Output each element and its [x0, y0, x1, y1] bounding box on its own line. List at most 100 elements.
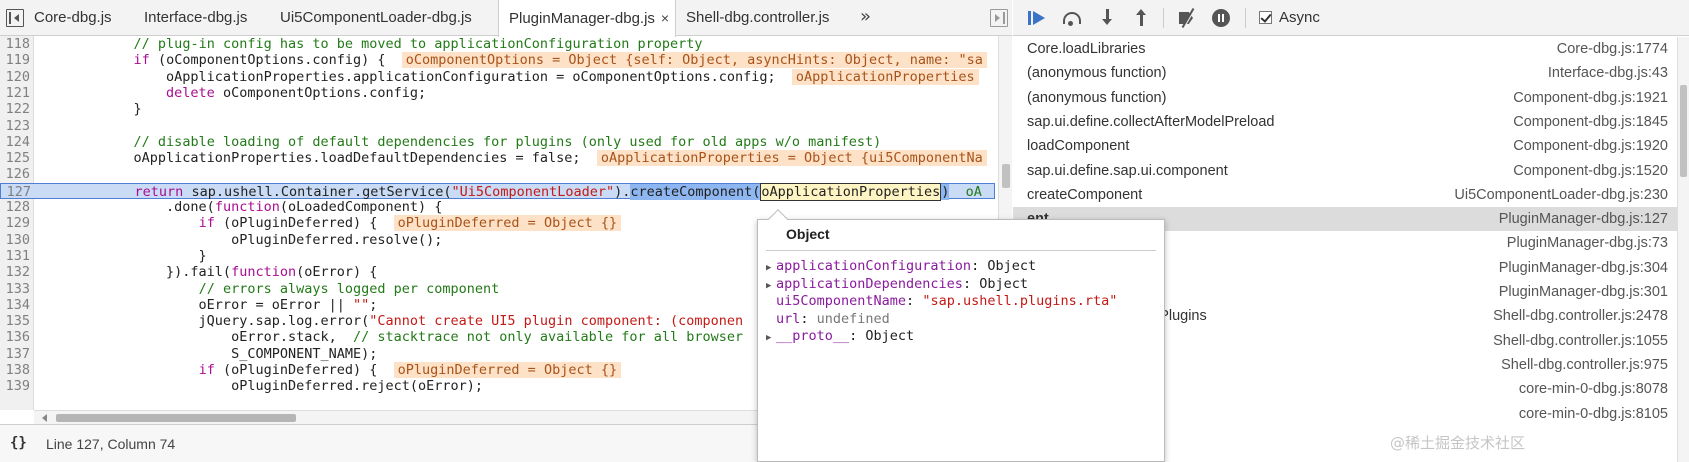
code-token: oPluginDeferred.resolve();: [36, 231, 443, 248]
code-token: (oPluginDeferred) {: [214, 362, 394, 378]
code-line[interactable]: 121 delete oComponentOptions.config;: [0, 85, 995, 101]
callstack-scrollbar[interactable]: [1677, 37, 1689, 462]
frame-location[interactable]: Shell-dbg.controller.js:975: [1501, 353, 1668, 377]
frame-location[interactable]: Component-dbg.js:1921: [1513, 86, 1668, 110]
code-line[interactable]: 122 }: [0, 101, 995, 117]
code-line-current[interactable]: 127 return sap.ushell.Container.getServi…: [0, 182, 995, 201]
line-number[interactable]: 124: [0, 134, 30, 150]
frame-function-name: sap.ui.define.collectAfterModelPreload: [1027, 113, 1275, 130]
key-separator: :: [906, 293, 923, 309]
code-line[interactable]: 119 if (oComponentOptions.config) { oCom…: [0, 52, 995, 69]
tab-core-dbg[interactable]: Core-dbg.js: [24, 0, 112, 36]
step-out-icon[interactable]: [1131, 8, 1153, 28]
code-token: // plug-in config has to be moved to app…: [133, 36, 703, 52]
deactivate-breakpoints-icon[interactable]: [1177, 8, 1199, 28]
line-number[interactable]: 136: [0, 329, 30, 345]
line-source: jQuery.sap.log.error("Cannot create UI5 …: [36, 313, 744, 329]
frame-location[interactable]: Ui5ComponentLoader-dbg.js:230: [1454, 183, 1668, 207]
code-token: oApplicationProperties.applicationConfig…: [36, 68, 792, 85]
frame-function-name: Core.loadLibraries: [1027, 41, 1146, 57]
line-number[interactable]: 131: [0, 248, 30, 264]
code-line[interactable]: 118 // plug-in config has to be moved to…: [0, 36, 995, 52]
code-line[interactable]: 120 oApplicationProperties.applicationCo…: [0, 68, 995, 85]
tab-label: Interface-dbg.js: [144, 9, 248, 26]
line-source: oPluginDeferred.reject(oError);: [36, 378, 483, 394]
frame-location[interactable]: Shell-dbg.controller.js:1055: [1493, 329, 1668, 353]
code-line[interactable]: 124 // disable loading of default depend…: [0, 134, 995, 150]
code-token: delete: [166, 84, 215, 101]
code-line[interactable]: 126: [0, 166, 995, 182]
code-line[interactable]: 128 .done(function(oLoadedComponent) {: [0, 199, 995, 215]
line-number[interactable]: 121: [0, 85, 30, 101]
pause-on-exceptions-icon[interactable]: [1211, 8, 1233, 28]
line-number[interactable]: 130: [0, 232, 30, 248]
resume-icon[interactable]: [1027, 8, 1049, 28]
frame-location[interactable]: PluginManager-dbg.js:127: [1499, 207, 1668, 231]
line-number[interactable]: 139: [0, 378, 30, 394]
tab-ui5componentloader-dbg[interactable]: Ui5ComponentLoader-dbg.js: [270, 0, 472, 36]
code-line[interactable]: 123: [0, 118, 995, 134]
property-row[interactable]: ▶ applicationConfiguration: Object: [766, 258, 1036, 276]
frame-location[interactable]: Component-dbg.js:1845: [1513, 110, 1668, 134]
code-token[interactable]: oApplicationProperties: [760, 182, 942, 201]
frame-location[interactable]: PluginManager-dbg.js:301: [1499, 280, 1668, 304]
more-tabs-icon[interactable]: »: [860, 0, 871, 34]
line-number[interactable]: 118: [0, 36, 30, 52]
line-number[interactable]: 123: [0, 118, 30, 134]
cursor-position: Line 127, Column 74: [46, 436, 176, 452]
line-number[interactable]: 127: [1, 184, 31, 200]
frame-location[interactable]: Interface-dbg.js:43: [1548, 61, 1668, 85]
call-frame[interactable]: Core.loadLibraries Core-dbg.js:1774: [1013, 37, 1677, 61]
line-number[interactable]: 120: [0, 69, 30, 85]
async-label[interactable]: Async: [1279, 9, 1320, 26]
pretty-print-icon[interactable]: {}: [10, 435, 27, 451]
call-frame[interactable]: (anonymous function) Interface-dbg.js:43: [1013, 61, 1677, 85]
async-checkbox[interactable]: [1259, 11, 1272, 24]
code-line[interactable]: 125 oApplicationProperties.loadDefaultDe…: [0, 150, 995, 167]
property-row[interactable]: ▶ applicationDependencies: Object: [766, 276, 1028, 294]
line-number[interactable]: 135: [0, 313, 30, 329]
frame-location[interactable]: core-min-0-dbg.js:8078: [1519, 377, 1668, 401]
tab-pluginmanager-dbg[interactable]: PluginManager-dbg.js ×: [498, 0, 676, 37]
expand-triangle-icon[interactable]: ▶: [766, 330, 776, 348]
frame-location[interactable]: Core-dbg.js:1774: [1557, 37, 1668, 61]
call-frame[interactable]: (anonymous function) Component-dbg.js:192…: [1013, 86, 1677, 110]
call-frame[interactable]: sap.ui.define.sap.ui.component Component-…: [1013, 159, 1677, 183]
scroll-left-arrow-icon[interactable]: [42, 414, 47, 422]
scrollbar-thumb[interactable]: [1680, 85, 1687, 177]
frame-location[interactable]: core-min-0-dbg.js:8105: [1519, 402, 1668, 426]
call-frame[interactable]: sap.ui.define.collectAfterModelPreload Co…: [1013, 110, 1677, 134]
step-over-icon[interactable]: [1061, 8, 1083, 28]
line-number[interactable]: 138: [0, 362, 30, 378]
scrollbar-thumb[interactable]: [56, 414, 296, 422]
call-frame[interactable]: loadComponent Component-dbg.js:1920: [1013, 134, 1677, 158]
call-frame[interactable]: createComponent Ui5ComponentLoader-dbg.js…: [1013, 183, 1677, 207]
toggle-debugger-icon[interactable]: [990, 9, 1008, 27]
toggle-navigator-icon[interactable]: [6, 9, 24, 27]
tab-close-icon[interactable]: ×: [661, 0, 669, 36]
frame-location[interactable]: PluginManager-dbg.js:304: [1499, 256, 1668, 280]
line-number[interactable]: 133: [0, 281, 30, 297]
inline-value: oPluginDeferred = Object {}: [393, 215, 622, 232]
tab-interface-dbg[interactable]: Interface-dbg.js: [134, 0, 247, 36]
frame-location[interactable]: Shell-dbg.controller.js:2478: [1493, 304, 1668, 328]
line-number[interactable]: 137: [0, 346, 30, 362]
property-key: __proto__: [776, 328, 850, 344]
line-number[interactable]: 132: [0, 264, 30, 280]
frame-location[interactable]: PluginManager-dbg.js:73: [1507, 231, 1668, 255]
line-number[interactable]: 126: [0, 166, 30, 182]
scrollbar-thumb[interactable]: [1002, 164, 1010, 188]
line-number[interactable]: 128: [0, 199, 30, 215]
frame-location[interactable]: Component-dbg.js:1520: [1513, 159, 1668, 183]
property-row: url: undefined: [766, 311, 890, 329]
line-number[interactable]: 134: [0, 297, 30, 313]
line-number[interactable]: 122: [0, 101, 30, 117]
line-number[interactable]: 129: [0, 215, 30, 231]
frame-location[interactable]: Component-dbg.js:1920: [1513, 134, 1668, 158]
tab-shell-dbg-controller[interactable]: Shell-dbg.controller.js: [676, 0, 829, 36]
line-number[interactable]: 125: [0, 150, 30, 166]
property-row[interactable]: ▶ __proto__: Object: [766, 328, 914, 346]
line-number[interactable]: 119: [0, 52, 30, 68]
step-into-icon[interactable]: [1097, 8, 1119, 28]
